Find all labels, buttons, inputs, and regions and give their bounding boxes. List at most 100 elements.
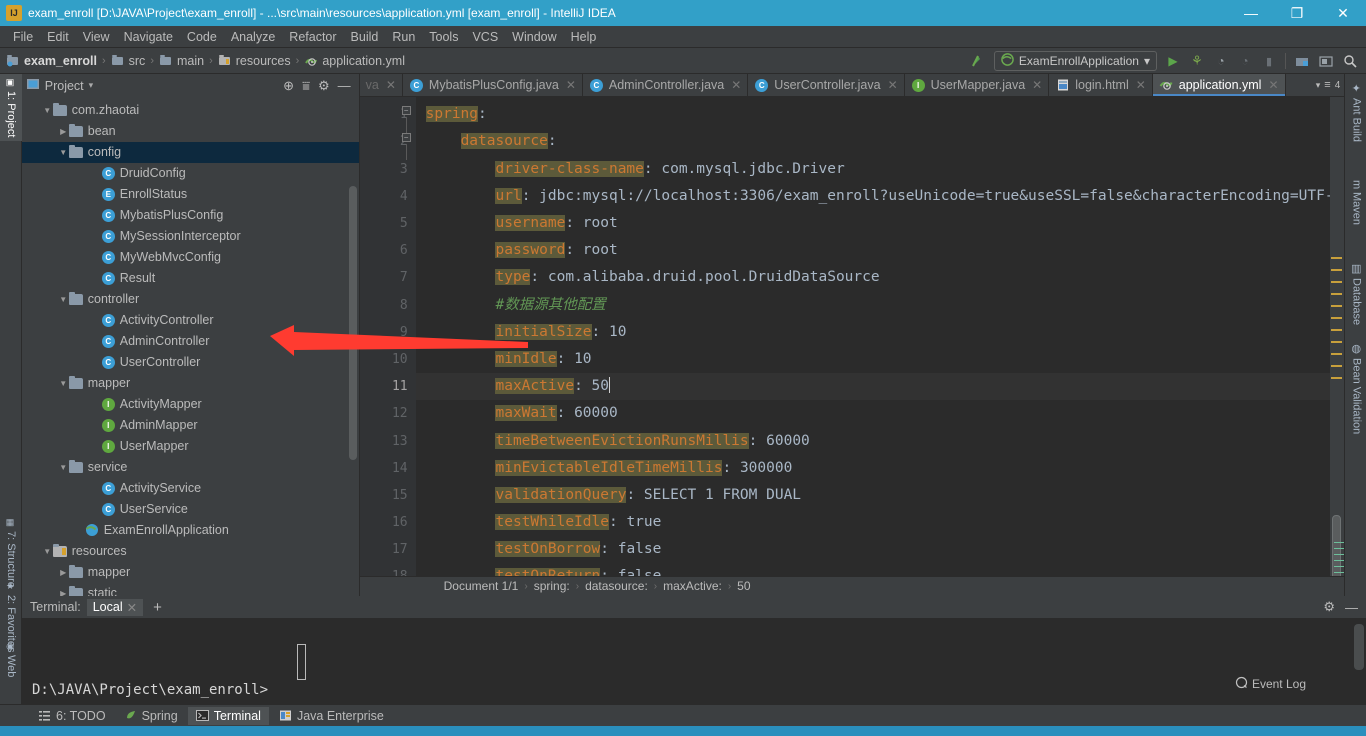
menu-code[interactable]: Code xyxy=(180,28,224,46)
tree-node-service[interactable]: ▼ service xyxy=(22,457,359,478)
terminal-output[interactable]: D:\JAVA\Project\exam_enroll> xyxy=(22,618,1366,704)
editor-breadcrumb-bar[interactable]: Document 1/1 › spring: › datasource: › maxActi… xyxy=(359,575,1345,596)
code-line[interactable]: testOnReturn: false xyxy=(416,563,1331,576)
close-icon[interactable]: ✕ xyxy=(127,600,137,615)
preview-icon[interactable] xyxy=(1315,50,1337,72)
error-stripe-mark[interactable] xyxy=(1331,305,1343,308)
fold-marker-spring[interactable]: − xyxy=(401,106,411,116)
code-editor[interactable]: spring: datasource: driver-class-name: c… xyxy=(415,97,1331,576)
chevron-down-icon[interactable]: ▼ xyxy=(42,105,53,116)
code-line[interactable]: #数据源其他配置 xyxy=(416,292,1331,319)
error-stripe-mark[interactable] xyxy=(1331,281,1343,284)
tree-node-mysessioninterceptor[interactable]: C MySessionInterceptor xyxy=(22,226,359,247)
menu-build[interactable]: Build xyxy=(344,28,386,46)
list-icon[interactable]: ≡ xyxy=(1324,79,1330,91)
editor-tab-usercontroller-java[interactable]: C UserController.java ✕ xyxy=(748,74,905,97)
tree-node-resources[interactable]: ▼ resources xyxy=(22,541,359,562)
code-line[interactable]: datasource: xyxy=(416,128,1331,155)
code-line[interactable]: type: com.alibaba.druid.pool.DruidDataSo… xyxy=(416,264,1331,291)
close-icon[interactable]: ✕ xyxy=(1032,78,1042,92)
error-stripe-mark[interactable] xyxy=(1331,365,1343,368)
code-line[interactable]: minEvictableIdleTimeMillis: 300000 xyxy=(416,455,1331,482)
menu-help[interactable]: Help xyxy=(564,28,604,46)
close-icon[interactable]: ✕ xyxy=(566,78,576,92)
chevron-right-icon[interactable]: ▶ xyxy=(58,588,69,596)
navbar-crumb-file[interactable]: application.yml xyxy=(304,54,405,68)
tree-node-druidconfig[interactable]: C DruidConfig xyxy=(22,163,359,184)
tree-node-mywebmvcconfig[interactable]: C MyWebMvcConfig xyxy=(22,247,359,268)
chevron-down-icon[interactable]: ▼ xyxy=(58,147,69,158)
tree-node-mybatisplusconfig[interactable]: C MybatisPlusConfig xyxy=(22,205,359,226)
error-stripe-mark[interactable] xyxy=(1331,341,1343,344)
close-icon[interactable]: ✕ xyxy=(1136,78,1146,92)
sidebar-item-maven[interactable]: m Maven xyxy=(1345,176,1366,229)
code-line[interactable]: validationQuery: SELECT 1 FROM DUAL xyxy=(416,482,1331,509)
code-line[interactable]: timeBetweenEvictionRunsMillis: 60000 xyxy=(416,428,1331,455)
code-line[interactable]: driver-class-name: com.mysql.jdbc.Driver xyxy=(416,156,1331,183)
tree-node-result[interactable]: C Result xyxy=(22,268,359,289)
chevron-down-icon[interactable]: ▾ xyxy=(89,80,94,91)
chevron-down-icon[interactable]: ▼ xyxy=(58,294,69,305)
breadcrumb-item[interactable]: datasource: xyxy=(585,579,648,593)
menu-tools[interactable]: Tools xyxy=(422,28,465,46)
tree-node-usermapper[interactable]: I UserMapper xyxy=(22,436,359,457)
project-structure-icon[interactable] xyxy=(1291,50,1313,72)
menu-analyze[interactable]: Analyze xyxy=(224,28,282,46)
run-configuration-selector[interactable]: ExamEnrollApplication ▾ xyxy=(993,51,1157,71)
minimize-icon[interactable]: — xyxy=(1345,600,1358,615)
close-button[interactable]: ✕ xyxy=(1320,0,1366,26)
menu-view[interactable]: View xyxy=(76,28,117,46)
navbar-crumb-project[interactable]: exam_enroll xyxy=(6,54,97,68)
breadcrumb-item[interactable]: spring: xyxy=(534,579,570,593)
code-line[interactable]: initialSize: 10 xyxy=(416,319,1331,346)
run-icon[interactable]: ▶ xyxy=(1162,50,1184,72)
line-number[interactable]: 6 xyxy=(360,237,416,264)
editor-tab-login-html[interactable]: login.html ✕ xyxy=(1049,74,1153,97)
error-stripe-mark[interactable] xyxy=(1331,377,1343,380)
editor-tab-application-yml[interactable]: application.yml ✕ xyxy=(1152,74,1286,97)
navbar-crumb-main[interactable]: main xyxy=(159,54,204,68)
editor-scrollbar[interactable] xyxy=(1330,97,1345,576)
menu-run[interactable]: Run xyxy=(385,28,422,46)
editor-tab-va[interactable]: va ✕ xyxy=(360,74,403,97)
sidebar-item-ant-build[interactable]: ✦ Ant Build xyxy=(1345,78,1366,146)
navbar-crumb-src[interactable]: src xyxy=(111,54,145,68)
line-number[interactable]: 8 xyxy=(360,292,416,319)
menu-file[interactable]: File xyxy=(6,28,40,46)
line-number[interactable]: 12 xyxy=(360,400,416,427)
maximize-button[interactable]: ❐ xyxy=(1274,0,1320,26)
code-line[interactable]: maxWait: 60000 xyxy=(416,400,1331,427)
code-line[interactable]: password: root xyxy=(416,237,1331,264)
bottom-tab-terminal[interactable]: Terminal xyxy=(187,706,269,725)
bottom-tool-tabs[interactable]: 6: TODO Spring Terminal Java Enterprise xyxy=(0,704,1366,726)
line-number[interactable]: 7 xyxy=(360,264,416,291)
scrollbar-thumb[interactable] xyxy=(1332,515,1345,576)
menu-refactor[interactable]: Refactor xyxy=(282,28,343,46)
tree-node-config[interactable]: ▼ config xyxy=(21,141,359,163)
editor-tab-bar[interactable]: va ✕ C MybatisPlusConfig.java ✕ C AdminControl… xyxy=(359,74,1345,98)
tree-node-examenrollapplication[interactable]: ExamEnrollApplication xyxy=(22,520,359,541)
menu-navigate[interactable]: Navigate xyxy=(117,28,180,46)
code-line[interactable]: maxActive: 50 xyxy=(415,373,1331,401)
tree-node-activitycontroller[interactable]: C ActivityController xyxy=(22,310,359,331)
bottom-tab-6-todo[interactable]: 6: TODO xyxy=(30,707,114,725)
chevron-right-icon[interactable]: ▶ xyxy=(58,567,69,578)
collapse-all-icon[interactable]: ⩸ xyxy=(302,78,310,94)
bottom-tab-spring[interactable]: Spring xyxy=(116,707,186,725)
terminal-tab-local[interactable]: Local ✕ xyxy=(86,598,144,616)
debug-icon[interactable]: ⚘ xyxy=(1186,50,1208,72)
tree-node-admincontroller[interactable]: C AdminController xyxy=(22,331,359,352)
rerun-icon[interactable]: ◔ xyxy=(1234,50,1256,72)
line-number[interactable]: 15 xyxy=(360,482,416,509)
code-line[interactable]: url: jdbc:mysql://localhost:3306/exam_en… xyxy=(416,183,1330,210)
close-icon[interactable]: ✕ xyxy=(1268,78,1278,92)
locate-icon[interactable]: ⊕ xyxy=(283,78,294,94)
breadcrumb-item[interactable]: 50 xyxy=(737,579,750,593)
tree-node-activitymapper[interactable]: I ActivityMapper xyxy=(22,394,359,415)
error-stripe-mark[interactable] xyxy=(1331,317,1343,320)
add-terminal-button[interactable]: + xyxy=(149,599,166,616)
gear-icon[interactable]: ⚙ xyxy=(1323,599,1335,615)
sidebar-item-web[interactable]: ◉ Web xyxy=(0,638,22,681)
line-number[interactable]: 13 xyxy=(360,428,416,455)
menu-vcs[interactable]: VCS xyxy=(465,28,505,46)
